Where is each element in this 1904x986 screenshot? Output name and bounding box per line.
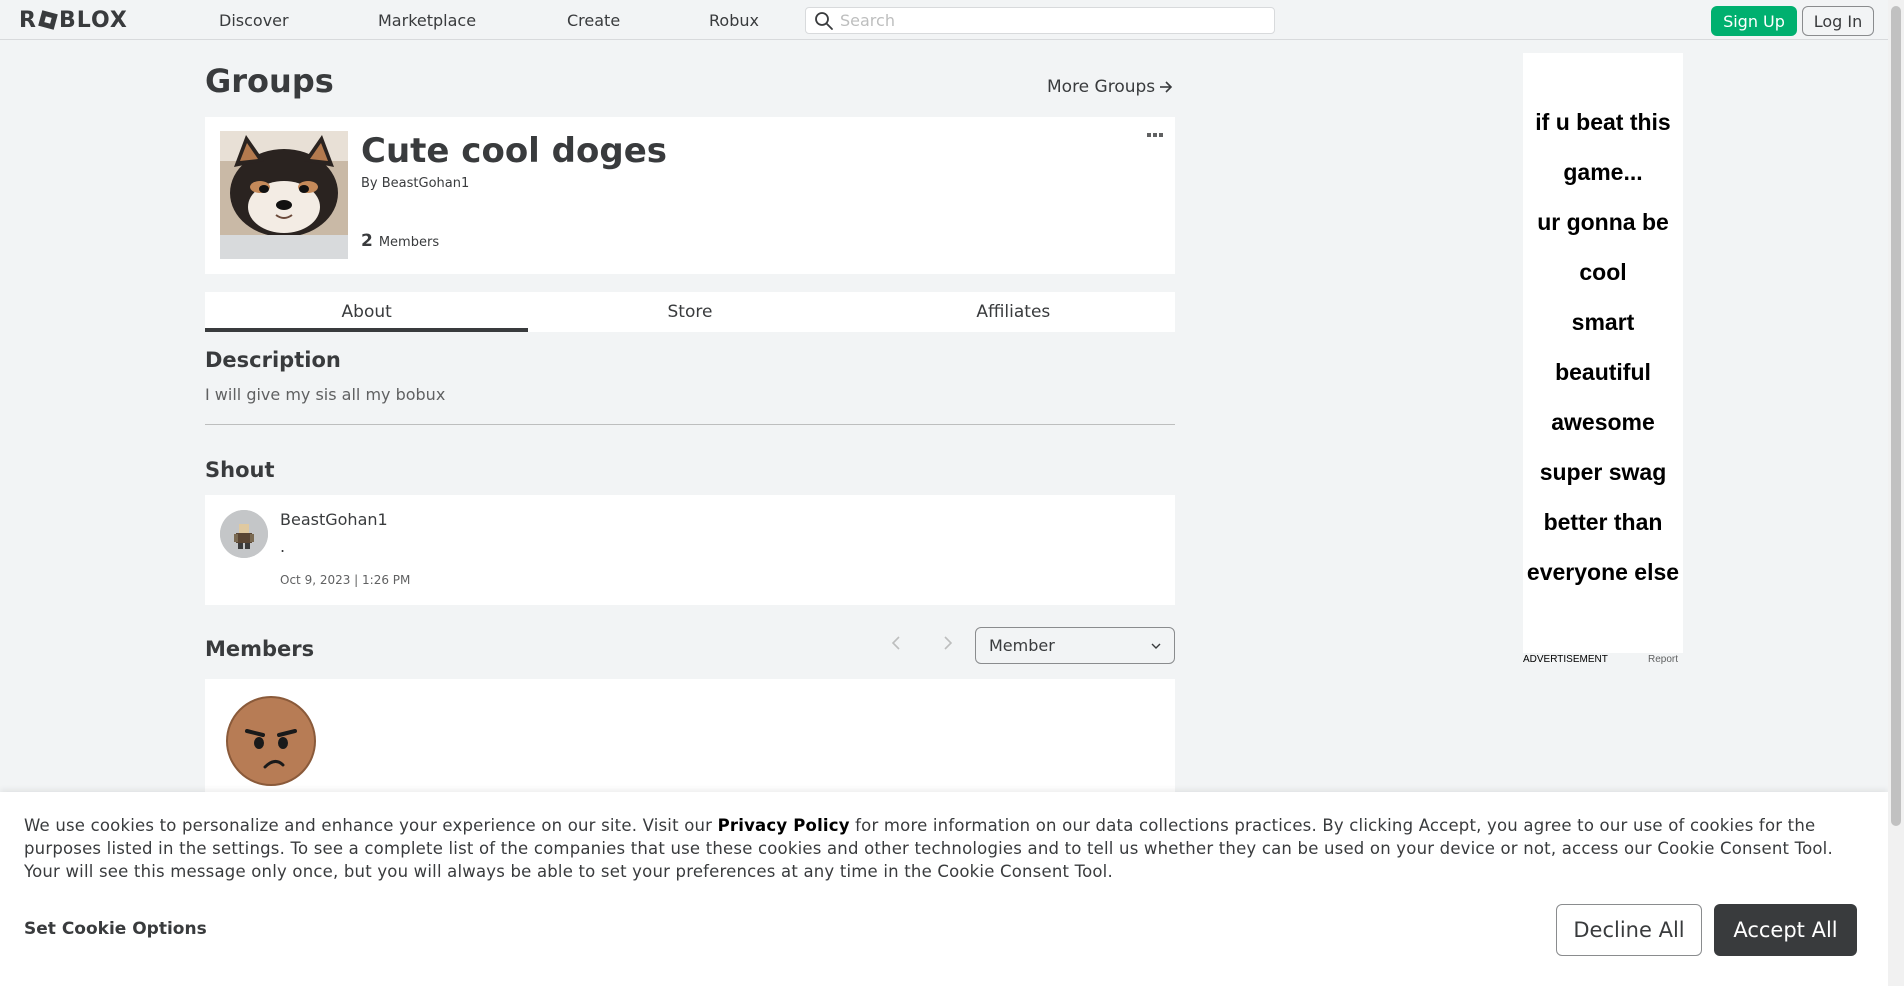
search-box (805, 7, 1275, 34)
log-in-button[interactable]: Log In (1802, 6, 1874, 36)
frowning-face-avatar-icon (226, 696, 316, 786)
by-prefix: By (361, 176, 378, 191)
role-select-value: Member (989, 636, 1055, 655)
role-select[interactable]: Member (975, 627, 1175, 664)
tab-store[interactable]: Store (528, 292, 851, 332)
ad-line: game... (1563, 159, 1643, 185)
group-tabs: About Store Affiliates (205, 292, 1175, 332)
ad-line: awesome (1551, 409, 1655, 435)
member-count-label: Members (378, 235, 440, 250)
shout-timestamp: Oct 9, 2023 | 1:26 PM (280, 573, 411, 587)
ad-line: cool (1579, 259, 1627, 285)
nav-marketplace[interactable]: Marketplace (378, 11, 476, 30)
shout-card: BeastGohan1 . Oct 9, 2023 | 1:26 PM (205, 495, 1175, 605)
description-heading: Description (205, 348, 341, 372)
tab-about[interactable]: About (205, 292, 529, 332)
chevron-down-icon (1151, 643, 1161, 649)
ad-line: everyone else (1526, 559, 1680, 585)
set-cookie-options-link[interactable]: Set Cookie Options (24, 919, 207, 939)
group-name: Cute cool doges (361, 131, 667, 171)
group-owner-link[interactable]: BeastGohan1 (382, 176, 470, 191)
advertisement-box[interactable]: if u beat this game... ur gonna be cool … (1523, 53, 1683, 653)
top-nav-bar: R BLOX Discover Marketplace Create Robux … (0, 0, 1888, 40)
member-count-value: 2 (361, 231, 373, 251)
ad-line: if u beat this (1535, 109, 1671, 135)
nav-robux[interactable]: Robux (709, 11, 759, 30)
accept-all-button[interactable]: Accept All (1714, 904, 1857, 956)
sign-up-button[interactable]: Sign Up (1711, 6, 1797, 36)
logo-tile-icon (38, 9, 58, 30)
cookie-consent-banner: We use cookies to personalize and enhanc… (0, 792, 1888, 986)
ad-line: super swag (1539, 459, 1667, 485)
nav-discover[interactable]: Discover (219, 11, 289, 30)
advertisement-label: ADVERTISEMENT (1523, 654, 1608, 665)
tab-affiliates[interactable]: Affiliates (852, 292, 1175, 332)
ad-line: better than (1543, 509, 1663, 535)
member-avatar[interactable] (225, 695, 317, 787)
members-heading: Members (205, 637, 315, 661)
ad-line: ur gonna be (1537, 209, 1669, 235)
page-title: Groups (205, 62, 334, 100)
roblox-logo[interactable]: R BLOX (19, 8, 128, 33)
group-owner-line: By BeastGohan1 (361, 176, 469, 191)
search-icon[interactable] (814, 11, 834, 31)
search-input[interactable] (840, 8, 1260, 33)
members-card (205, 679, 1175, 799)
description-text: I will give my sis all my bobux (205, 385, 446, 404)
scrollbar-thumb[interactable] (1891, 6, 1901, 826)
shout-author-name[interactable]: BeastGohan1 (280, 510, 388, 529)
group-member-count: 2 Members (361, 231, 439, 251)
ad-line: smart (1571, 309, 1635, 335)
shout-author-avatar[interactable] (220, 510, 268, 558)
group-emblem-image[interactable] (220, 131, 348, 259)
nav-create[interactable]: Create (567, 11, 620, 30)
page-scrollbar[interactable] (1888, 0, 1904, 986)
decline-all-button[interactable]: Decline All (1556, 904, 1702, 956)
arrow-right-icon (1160, 81, 1173, 93)
logo-text-r: R (19, 8, 37, 33)
chevron-right-icon[interactable] (938, 633, 958, 653)
shiba-dog-image (220, 131, 348, 237)
more-groups-label: More Groups (1047, 77, 1156, 97)
report-ad-link[interactable]: Report (1648, 654, 1678, 665)
logo-text-rest: BLOX (58, 8, 128, 33)
avatar-figure-icon (220, 510, 268, 558)
ad-line: beautiful (1555, 359, 1651, 385)
cookie-message: We use cookies to personalize and enhanc… (24, 814, 1854, 883)
more-options-icon[interactable] (1145, 131, 1165, 141)
section-divider (205, 424, 1175, 425)
more-groups-link[interactable]: More Groups (1047, 77, 1173, 97)
cookie-text-before: We use cookies to personalize and enhanc… (24, 816, 718, 835)
privacy-policy-link[interactable]: Privacy Policy (718, 816, 850, 835)
chevron-left-icon[interactable] (886, 633, 906, 653)
shout-body: . (280, 537, 286, 556)
shout-heading: Shout (205, 458, 275, 482)
group-header-card: Cute cool doges By BeastGohan1 2 Members (205, 117, 1175, 274)
